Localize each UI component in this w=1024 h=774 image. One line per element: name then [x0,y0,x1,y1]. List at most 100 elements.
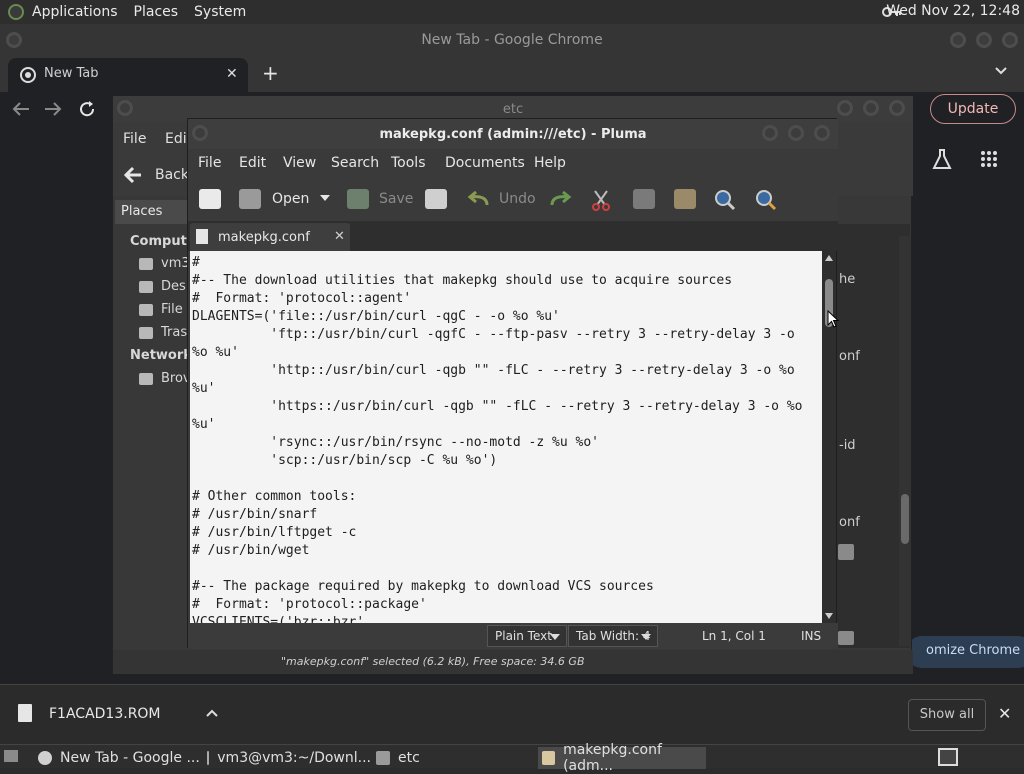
open-recent-dropdown-icon[interactable] [320,195,330,201]
taskbar-item-chrome[interactable]: New Tab - Google ... [34,747,202,769]
open-button[interactable]: Open [272,191,309,207]
back-button[interactable]: Back [123,166,189,184]
find-replace-icon[interactable] [755,189,777,211]
close-button[interactable] [1002,32,1018,48]
close-button[interactable] [889,100,905,116]
labs-flask-icon[interactable] [932,148,952,170]
taskbar-item-terminal[interactable]: vm3@vm3:~/Downl... [203,747,371,769]
menu-file[interactable]: File [198,155,221,171]
tab-search-icon[interactable] [994,64,1008,78]
text-editor-area[interactable]: # #-- The download utilities that makepk… [190,251,822,623]
places-menu[interactable]: Places [134,4,179,20]
file-icon [18,704,32,722]
print-icon[interactable] [425,189,447,209]
file-icon[interactable] [838,544,854,560]
scrollbar-thumb[interactable] [901,494,909,544]
file-name-fragment[interactable]: he [839,272,855,287]
chevron-up-icon[interactable] [206,709,218,717]
reload-icon[interactable] [78,100,96,118]
document-tab[interactable]: makepkg.conf ✕ [190,223,350,251]
save-button[interactable]: Save [379,191,413,207]
download-item[interactable]: F1ACAD13.ROM [49,706,161,722]
sidebar-item-desktop[interactable]: Des [139,279,186,294]
tab-close-icon[interactable]: ✕ [334,229,345,244]
maximize-button[interactable] [788,125,804,141]
file-icon[interactable] [838,631,854,645]
copy-icon[interactable] [633,189,655,209]
back-arrow-icon [123,166,141,184]
taskbar-item-file-manager[interactable]: etc [372,747,532,769]
chrome-titlebar[interactable]: New Tab - Google Chrome [0,24,1024,56]
new-document-icon[interactable] [199,189,221,209]
editor-scrollbar[interactable] [822,251,836,623]
minimize-button[interactable] [950,32,966,48]
find-icon[interactable] [714,189,736,211]
file-name-fragment[interactable]: onf [839,349,860,364]
chrome-icon [20,67,36,83]
file-name-fragment[interactable]: -id [839,438,856,453]
new-tab-button[interactable]: + [262,61,279,85]
clock[interactable]: Wed Nov 22, 12:48 [886,3,1020,19]
pluma-titlebar[interactable]: makepkg.conf (admin:///etc) - Pluma [188,119,838,149]
sidebar-item-home[interactable]: vm3 [139,256,190,271]
chrome-download-bar: F1ACAD13.ROM Show all ✕ [0,684,1024,744]
workspace-switcher[interactable] [938,748,958,766]
document-text: # #-- The download utilities that makepk… [192,255,803,623]
chrome-icon [38,751,52,765]
menu-documents[interactable]: Documents [445,155,525,171]
syntax-language-dropdown[interactable]: Plain Text [487,625,567,647]
close-button[interactable] [814,125,830,141]
taskbar-item-label: makepkg.conf (adm... [563,742,662,774]
system-menu[interactable]: System [194,4,246,20]
distro-logo-icon[interactable] [8,4,24,20]
open-folder-icon[interactable] [239,189,261,209]
chevron-down-icon [641,634,651,640]
terminal-icon [207,751,210,765]
folder-icon [376,751,390,765]
taskbar-item-label: New Tab - Google ... [60,750,200,766]
taskbar-item-pluma[interactable]: makepkg.conf (adm... [538,742,706,774]
chrome-tab-new-tab[interactable]: New Tab ✕ [8,58,248,92]
minimize-button[interactable] [837,100,853,116]
undo-button[interactable]: Undo [499,191,536,207]
file-list-scrollbar[interactable] [899,236,911,646]
file-name-fragment[interactable]: onf [839,515,860,530]
sidebar-item-trash[interactable]: Tras [139,325,187,340]
sidebar-item-filesystem[interactable]: File [139,302,183,317]
undo-icon[interactable] [467,191,489,207]
show-all-button[interactable]: Show all [908,699,986,731]
paste-icon[interactable] [674,189,696,209]
scroll-up-icon[interactable] [825,255,833,261]
sidebar-places-selector[interactable]: Places [115,200,187,224]
scroll-down-icon[interactable] [825,613,833,619]
menu-tools[interactable]: Tools [391,155,426,171]
forward-arrow-icon[interactable] [44,101,62,117]
selection-status: "makepkg.conf" selected (6.2 kB), Free s… [281,655,585,668]
sidebar-item-browse-network[interactable]: Brov [139,371,191,386]
cut-icon[interactable] [591,189,611,211]
redo-icon[interactable] [550,191,572,207]
menu-help[interactable]: Help [534,155,566,171]
taskbar-item-label: etc [398,750,420,766]
desktop-folder-icon [139,280,153,293]
menu-view[interactable]: View [283,155,316,171]
tab-close-icon[interactable]: ✕ [226,66,238,82]
customize-chrome-button[interactable]: omize Chrome [906,636,1024,668]
tab-width-dropdown[interactable]: Tab Width: 4 [568,625,658,647]
pluma-menubar: File Edit View Search Tools Documents He… [188,149,838,177]
menu-edit[interactable]: Edit [239,155,266,171]
minimize-button[interactable] [762,125,778,141]
maximize-button[interactable] [863,100,879,116]
back-arrow-icon[interactable] [12,101,30,117]
close-download-bar-icon[interactable]: ✕ [998,704,1011,723]
pluma-statusbar: Plain Text Tab Width: 4 Ln 1, Col 1 INS [188,623,838,649]
update-button[interactable]: Update [930,94,1016,124]
file-manager-title: etc [502,102,524,117]
show-desktop-icon[interactable] [4,750,18,762]
applications-menu[interactable]: Applications [32,4,118,20]
maximize-button[interactable] [976,32,992,48]
save-icon[interactable] [347,189,369,209]
menu-search[interactable]: Search [331,155,379,171]
apps-grid-icon[interactable] [980,150,998,168]
menu-file[interactable]: File [123,131,146,147]
